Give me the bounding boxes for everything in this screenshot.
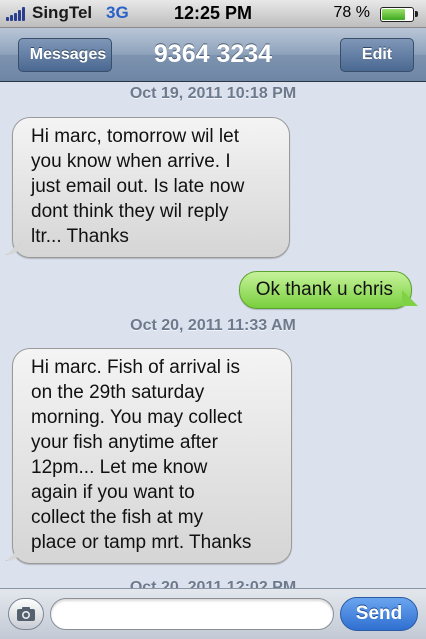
message-bubble-incoming[interactable]: Hi marc. Fish of arrival is on the 29th … bbox=[12, 348, 292, 564]
camera-icon bbox=[17, 607, 35, 621]
message-line: your fish anytime after bbox=[31, 432, 218, 453]
message-bubble-incoming[interactable]: Hi marc, tomorrow wil let you know when … bbox=[12, 117, 290, 258]
status-bar: SingTel 3G 12:25 PM 78 % bbox=[0, 0, 426, 28]
battery-icon bbox=[380, 7, 418, 22]
conversation-thread[interactable]: Oct 19, 2011 10:18 PM Hi marc, tomorrow … bbox=[0, 83, 426, 588]
message-line: place or tamp mrt. Thanks bbox=[31, 532, 252, 553]
message-bubble-outgoing[interactable]: Ok thank u chris bbox=[238, 271, 412, 309]
message-line: Hi marc. Fish of arrival is bbox=[31, 357, 241, 378]
message-line: Ok thank u chris bbox=[255, 279, 393, 300]
message-line: morning. You may collect bbox=[31, 407, 243, 428]
message-line: dont think they wil reply bbox=[31, 201, 229, 222]
message-line: Hi marc, tomorrow wil let bbox=[31, 126, 239, 147]
compose-bar: Send bbox=[0, 588, 426, 639]
battery-percent: 78 % bbox=[333, 4, 370, 21]
message-line: again if you want to bbox=[31, 482, 195, 503]
camera-button[interactable] bbox=[8, 598, 44, 630]
back-button-label: Messages bbox=[29, 46, 107, 63]
message-line: just email out. Is late now bbox=[31, 176, 245, 197]
message-input[interactable] bbox=[50, 598, 334, 630]
message-line: 12pm... Let me know bbox=[31, 457, 208, 478]
edit-button[interactable]: Edit bbox=[340, 38, 414, 72]
message-timestamp: Oct 20, 2011 12:02 PM bbox=[129, 579, 297, 588]
nav-bar: Messages 9364 3234 Edit bbox=[0, 28, 426, 82]
message-line: on the 29th saturday bbox=[31, 382, 205, 403]
message-line: you know when arrive. I bbox=[31, 151, 231, 172]
message-line: ltr... Thanks bbox=[31, 226, 129, 247]
battery-fill bbox=[382, 9, 405, 20]
message-timestamp: Oct 20, 2011 11:33 AM bbox=[130, 317, 296, 334]
send-button[interactable]: Send bbox=[340, 597, 418, 631]
message-timestamp: Oct 19, 2011 10:18 PM bbox=[129, 85, 297, 102]
message-line: collect the fish at my bbox=[31, 507, 204, 528]
